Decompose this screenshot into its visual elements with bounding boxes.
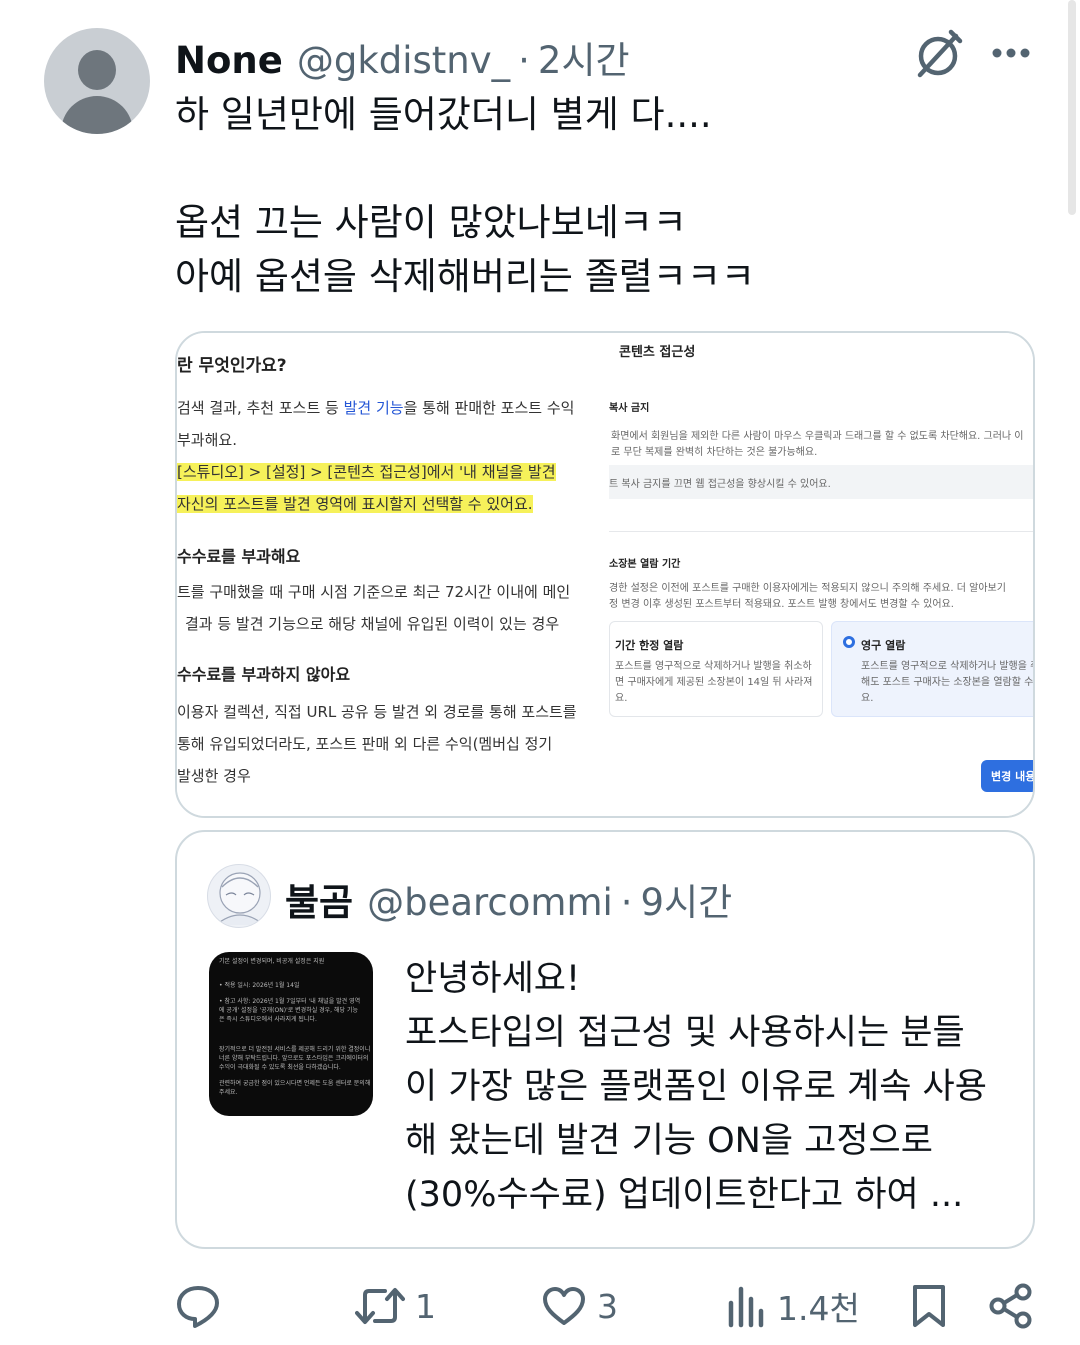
- views-count: 1.4천: [777, 1289, 860, 1328]
- settings-desc: 정 변경 이후 생성된 포스트부터 적용돼요. 포스트 발행 창에서도 변경할 …: [609, 599, 954, 610]
- thumb-text: 수익이 극대화될 수 있도록 최선을 다하겠습니다.: [219, 1064, 341, 1071]
- reply-icon: [177, 1286, 219, 1328]
- media-left-document: 란 무엇인가요? 검색 결과, 추천 포스트 등 발견 기능을 통해 판매한 포…: [177, 333, 607, 816]
- settings-desc: 경한 설정은 이전에 포스트를 구매한 이용자에게는 적용되지 않으니 주의해 …: [609, 583, 1006, 594]
- share-button[interactable]: [989, 1276, 1033, 1336]
- thumb-text: 주세요.: [219, 1089, 238, 1096]
- quote-text-line: 이 가장 많은 플랫폼인 이유로 계속 사용: [405, 1067, 987, 1107]
- retweet-count: 1: [415, 1286, 436, 1326]
- thumb-text: 에 공개' 설정을 '공개(ON)'로 변경하실 경우, 해당 기능: [219, 1007, 358, 1014]
- doc-heading: 란 무엇인가요?: [177, 356, 287, 376]
- separator-dot: ·: [620, 881, 633, 924]
- quote-author-avatar[interactable]: [207, 864, 271, 928]
- thumb-text: 너른 양해 부탁드립니다. 앞으로도 포스타입은 크리에이터의: [219, 1055, 369, 1062]
- retweet-button[interactable]: 1: [355, 1276, 436, 1336]
- thumb-text: 기본 설정이 변경되며, 비공개 설정은 지원: [219, 958, 325, 965]
- doc-line: 결과 등 발견 기능으로 해당 채널에 유입된 이력이 있는 경우: [185, 615, 560, 633]
- author-avatar[interactable]: [44, 28, 150, 134]
- tweet-timestamp[interactable]: 2시간: [538, 30, 630, 84]
- thumb-text: • 적용 일시: 2026년 1월 14일: [219, 982, 300, 989]
- doc-line: 통해 유입되었더라도, 포스트 판매 외 다른 수익(멤버십 정기: [177, 735, 553, 753]
- quote-timestamp[interactable]: 9시간: [641, 872, 733, 926]
- author-handle[interactable]: @gkdistnv_: [297, 39, 510, 82]
- author-name[interactable]: None: [175, 39, 283, 82]
- tweet-text-line: 아예 옵션을 삭제해버리는 졸렬ㅋㅋㅋ: [175, 255, 755, 298]
- tweet-media-image[interactable]: 란 무엇인가요? 검색 결과, 추천 포스트 등 발견 기능을 통해 판매한 포…: [175, 331, 1035, 818]
- thumb-text: 장기적으로 더 발전된 서비스를 제공해 드리기 위한 결정이니: [219, 1046, 371, 1053]
- option-desc: 포스트를 영구적으로 삭제하거나 발행을 취소하: [615, 661, 812, 672]
- settings-desc: 로 무단 복제를 완벽히 차단하는 것은 불가능해요.: [611, 447, 818, 458]
- radio-selected-icon[interactable]: [843, 636, 855, 648]
- quote-text-line: 해 왔는데 발견 기능 ON을 고정으로: [405, 1121, 933, 1161]
- tweet-header: None @gkdistnv_ · 2시간: [175, 30, 630, 82]
- separator-dot: ·: [518, 39, 530, 82]
- views-button[interactable]: 1.4천: [727, 1276, 860, 1336]
- heart-icon: [543, 1287, 585, 1325]
- grok-icon[interactable]: [912, 28, 964, 80]
- option-desc: 포스트를 영구적으로 삭제하거나 발행을 취: [861, 661, 1033, 672]
- share-icon: [989, 1283, 1032, 1329]
- settings-desc: 화면에서 회원님을 제외한 다른 사람이 마우스 우클릭과 드래그를 할 수 없…: [611, 431, 1024, 442]
- tweet-text: 하 일년만에 들어갔더니 별게 다.... 옵션 끄는 사람이 많았나보네ㅋㅋ …: [175, 88, 1035, 304]
- doc-line: 트를 구매했을 때 구매 시점 기준으로 최근 72시간 이내에 메인: [177, 583, 571, 601]
- doc-line-highlighted: 자신의 포스트를 발견 영역에 표시할지 선택할 수 있어요.: [177, 495, 533, 513]
- settings-label: 소장본 열람 기간: [609, 559, 681, 570]
- quote-text-line: 포스타입의 접근성 및 사용하시는 분들: [405, 1013, 965, 1053]
- doc-heading: 수수료를 부과해요: [177, 547, 301, 566]
- divider: [609, 531, 1033, 532]
- doc-link: 발견 기능: [343, 399, 404, 417]
- like-button[interactable]: 3: [541, 1276, 618, 1336]
- doc-line-highlighted: [스튜디오] > [설정] > [콘텐츠 접근성]에서 '내 채널을 발견: [177, 463, 556, 481]
- settings-note: 트 복사 금지를 끄면 웹 접근성을 향상시킬 수 있어요.: [609, 479, 831, 490]
- retweet-icon: [355, 1288, 405, 1324]
- option-desc: 요.: [615, 693, 628, 704]
- settings-title: 콘텐츠 접근성: [619, 345, 696, 360]
- quote-text-line: 안녕하세요!: [405, 959, 581, 999]
- doc-line: 발생한 경우: [177, 767, 251, 785]
- option-desc: 면 구매자에게 제공된 소장본이 14일 뒤 사라져: [615, 677, 813, 688]
- doc-line: 검색 결과, 추천 포스트 등 발견 기능을 통해 판매한 포스트 수익: [177, 399, 575, 417]
- quote-author-name[interactable]: 불곰: [285, 872, 353, 926]
- doc-line: 이용자 컬렉션, 직접 URL 공유 등 발견 외 경로를 통해 포스트를: [177, 703, 577, 721]
- thumb-text: 관련하여 궁금한 점이 있으시다면 언제든 도움 센터로 문의해: [219, 1080, 371, 1087]
- settings-label: 복사 금지: [609, 403, 650, 414]
- quote-text: 안녕하세요! 포스타입의 접근성 및 사용하시는 분들 이 가장 많은 플랫폼인…: [405, 952, 1015, 1222]
- quote-media-thumbnail[interactable]: 기본 설정이 변경되며, 비공개 설정은 지원 • 적용 일시: 2026년 1…: [209, 952, 373, 1116]
- bookmark-button[interactable]: [909, 1276, 949, 1336]
- save-changes-button[interactable]: 변경 내용 저: [981, 760, 1033, 792]
- tweet-text-line: 하 일년만에 들어갔더니 별게 다....: [175, 93, 712, 136]
- doc-line: 부과해요.: [177, 431, 237, 449]
- views-icon: [728, 1286, 764, 1328]
- like-count: 3: [597, 1286, 618, 1326]
- more-options-icon[interactable]: [990, 40, 1032, 66]
- default-avatar-body: [61, 96, 133, 134]
- quoted-tweet[interactable]: 불곰 @bearcommi · 9시간 기본 설정이 변경되며, 비공개 설정은…: [175, 830, 1035, 1249]
- option-desc: 요.: [861, 693, 874, 704]
- tweet-action-bar: 1 3 1.4천: [175, 1276, 1035, 1336]
- quote-text-line: (30%수수료) 업데이트한다고 하여 ...: [405, 1175, 964, 1215]
- thumb-text: 은 즉시 스튜디오에서 사라지게 됩니다.: [219, 1016, 317, 1023]
- quote-header: 불곰 @bearcommi · 9시간: [285, 872, 732, 926]
- thumb-text: • 참고 사항: 2026년 1월 7일부터 '내 채널을 발견 영역: [219, 998, 361, 1005]
- doc-heading: 수수료를 부과하지 않아요: [177, 665, 351, 684]
- default-avatar-head: [78, 50, 116, 90]
- option-title: 기간 한정 열람: [615, 639, 684, 652]
- media-right-settings: 콘텐츠 접근성 복사 금지 화면에서 회원님을 제외한 다른 사람이 마우스 우…: [609, 333, 1033, 816]
- scrollbar[interactable]: [1068, 0, 1076, 215]
- bookmark-icon: [913, 1285, 945, 1327]
- option-desc: 해도 포스트 구매자는 소장본을 열람할 수: [861, 677, 1033, 688]
- option-title: 영구 열람: [861, 639, 906, 652]
- quote-author-handle[interactable]: @bearcommi: [367, 881, 613, 924]
- tweet-text-line: 옵션 끄는 사람이 많았나보네ㅋㅋ: [175, 201, 687, 244]
- reply-button[interactable]: [175, 1276, 231, 1336]
